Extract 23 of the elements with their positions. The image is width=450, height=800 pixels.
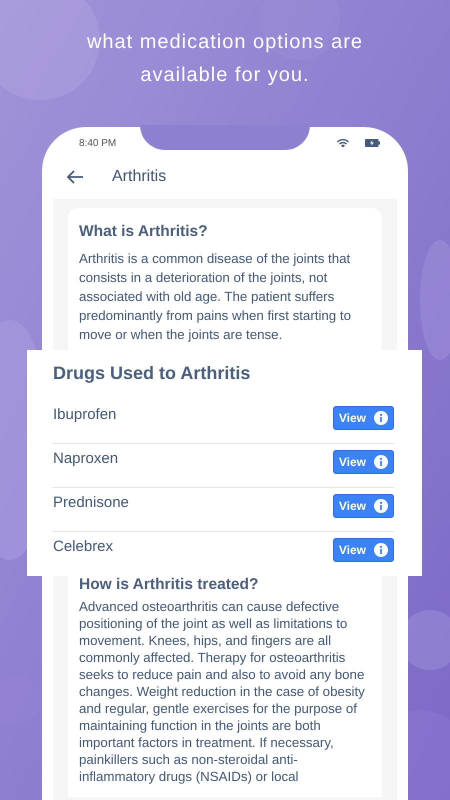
info-icon xyxy=(374,411,388,426)
status-time: 8:40 PM xyxy=(79,136,116,150)
panel-heading: Drugs Used to Arthritis xyxy=(53,362,252,384)
drug-name: Ibuprofen xyxy=(53,405,116,426)
view-button[interactable]: View xyxy=(332,494,394,518)
info-icon xyxy=(374,499,388,514)
drug-name: Celebrex xyxy=(53,537,114,558)
drug-name: Naproxen xyxy=(53,449,118,470)
view-button[interactable]: View xyxy=(332,406,394,430)
section-text: Advanced osteoarthritis can cause defective positioning of the joint as well as limitations to movement. Knees, hips, and fingers are all commonly affected. Therapy for osteoarthritis seeks to reduce pain and also to avoid any bone changes. Weight reduction in the case of obesity and regular, gentle exercises for the purpose of maintaining function in the joints are both important factors in treatment. If necessary, painkillers such as non-steroidal anti-inflammatory drugs (NSAIDs) or local xyxy=(79,598,366,786)
view-button[interactable]: View xyxy=(332,538,394,562)
info-icon xyxy=(374,543,388,558)
section-heading: How is Arthritis treated? xyxy=(79,576,260,594)
headline: what medication options are available for you. xyxy=(86,30,364,88)
view-button[interactable]: View xyxy=(332,450,394,474)
wifi-icon xyxy=(337,138,349,148)
section-text: Arthritis is a common disease of the joints that consists in a deterioration of the joints, not associated with old age. The patient suffers predominantly from pains when first starting to move or when the joints are tense. xyxy=(79,250,352,344)
drug-name: Prednisone xyxy=(53,493,129,514)
section-heading: What is Arthritis? xyxy=(79,222,209,242)
back-button[interactable] xyxy=(66,170,84,184)
info-icon xyxy=(374,455,388,470)
screen-title: Arthritis xyxy=(112,167,166,187)
battery-icon xyxy=(365,139,380,147)
